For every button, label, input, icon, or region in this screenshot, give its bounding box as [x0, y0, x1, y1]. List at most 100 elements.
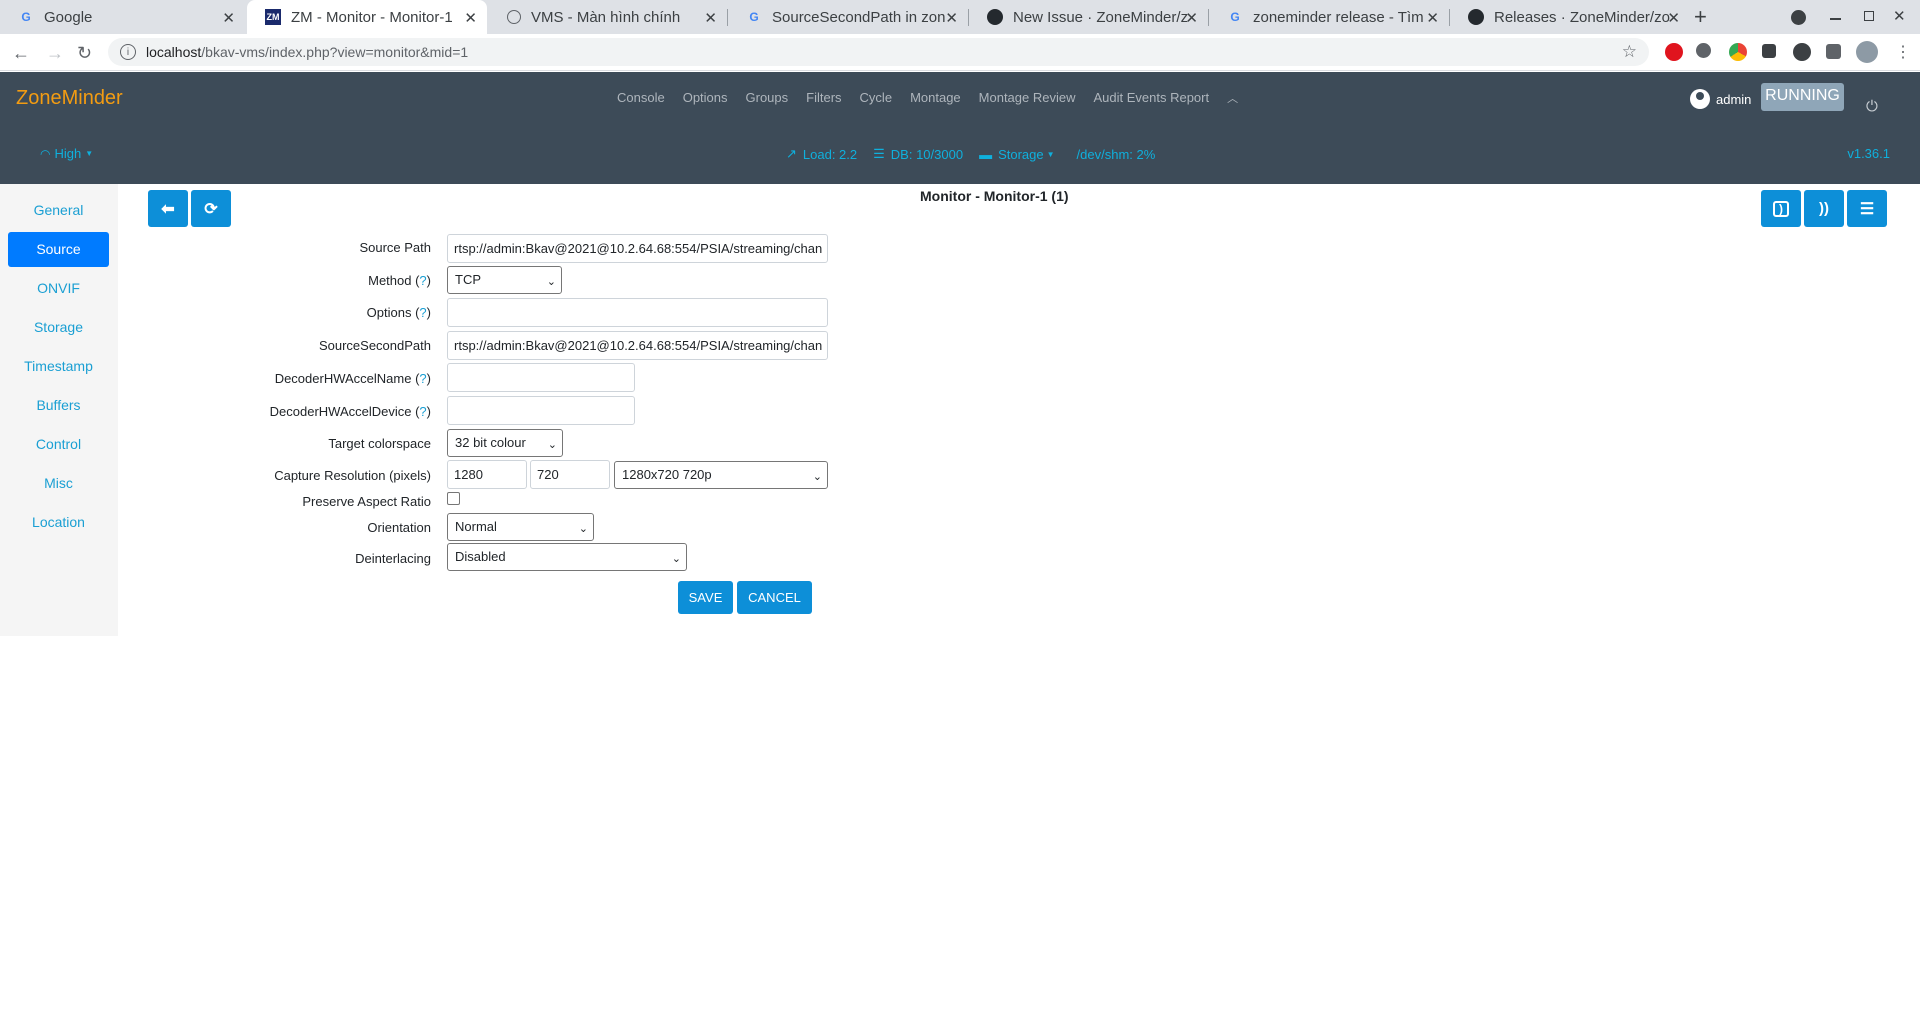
close-icon[interactable]: ✕ [222, 9, 235, 27]
brand-logo[interactable]: ZoneMinder [16, 87, 123, 110]
sidebar-item-general[interactable]: General [8, 193, 109, 228]
back-button[interactable]: ⬅ [148, 190, 188, 227]
close-icon[interactable]: ✕ [704, 9, 717, 27]
colorspace-select[interactable]: 32 bit colour ⌄ [447, 429, 563, 457]
sidebar-item-misc[interactable]: Misc [8, 466, 109, 501]
reload-icon[interactable]: ↻ [77, 43, 92, 64]
help-link[interactable]: ? [419, 273, 426, 288]
nav-groups[interactable]: Groups [737, 90, 798, 106]
nav-montage[interactable]: Montage [901, 90, 970, 106]
orientation-select[interactable]: Normal ⌄ [447, 513, 594, 541]
nav-montage-review[interactable]: Montage Review [970, 90, 1085, 106]
resolution-width-input[interactable]: 1280 [447, 460, 527, 489]
close-icon[interactable]: ✕ [1426, 9, 1439, 27]
hw-accel-device-label: DecoderHWAccelDevice (?) [269, 404, 431, 419]
db-stat: ☰ DB: 10/3000 [873, 146, 964, 162]
cube-extension-icon[interactable] [1762, 44, 1776, 58]
power-icon[interactable]: ⏻ [1866, 98, 1878, 115]
deinterlacing-select[interactable]: Disabled ⌄ [447, 543, 687, 571]
cancel-button[interactable]: CANCEL [737, 581, 812, 614]
close-icon[interactable]: ✕ [464, 9, 477, 27]
restore-icon[interactable] [1864, 11, 1874, 21]
browser-tab-releases[interactable]: Releases · ZoneMinder/zo ✕ [1450, 0, 1690, 34]
opera-extension-icon[interactable] [1665, 43, 1683, 61]
aspect-ratio-checkbox[interactable] [447, 492, 460, 505]
caret-down-icon: ▼ [1046, 149, 1055, 159]
options-input[interactable] [447, 298, 828, 327]
browser-tab-sourcesecondpath[interactable]: G SourceSecondPath in zon ✕ [728, 0, 968, 34]
close-icon[interactable]: ✕ [1185, 9, 1198, 27]
help-link[interactable]: ? [419, 371, 426, 386]
save-button[interactable]: SAVE [678, 581, 733, 614]
sidebar-item-onvif[interactable]: ONVIF [8, 271, 109, 306]
close-window-icon[interactable]: ✕ [1893, 7, 1906, 25]
help-link[interactable]: ? [419, 305, 426, 320]
minimize-icon[interactable] [1830, 18, 1841, 20]
refresh-button[interactable]: ⟳ [191, 190, 231, 227]
info-icon[interactable]: i [120, 44, 136, 60]
method-select[interactable]: TCP ⌄ [447, 266, 562, 294]
forward-arrow-icon[interactable]: → [46, 43, 64, 64]
list-icon: ☰ [873, 146, 885, 161]
new-tab-button[interactable]: + [1694, 4, 1707, 30]
browser-tab-zm-monitor[interactable]: ZM ZM - Monitor - Monitor-1 ✕ [247, 0, 487, 34]
nav-audit-events-report[interactable]: Audit Events Report [1084, 90, 1218, 106]
menu-kebab-icon[interactable]: ⋮ [1895, 42, 1911, 62]
url-input[interactable]: i localhost/bkav-vms/index.php?view=moni… [108, 38, 1649, 66]
nav-cycle[interactable]: Cycle [851, 90, 902, 106]
sidebar-item-location[interactable]: Location [8, 505, 109, 540]
status-badge[interactable]: RUNNING [1761, 83, 1844, 111]
refresh-icon: ⟳ [204, 200, 218, 218]
storage-dropdown[interactable]: ▬ Storage ▼ [979, 146, 1054, 162]
sidebar-item-source[interactable]: Source [8, 232, 109, 267]
user-menu[interactable]: admin [1690, 89, 1751, 109]
source-path-input[interactable]: rtsp://admin:Bkav@2021@10.2.64.68:554/PS… [447, 234, 828, 263]
profile-avatar[interactable] [1856, 41, 1878, 63]
sidebar-item-timestamp[interactable]: Timestamp [8, 349, 109, 384]
bookmark-star-icon[interactable]: ☆ [1622, 42, 1637, 62]
bandwidth-dropdown[interactable]: ◠ High ▼ [40, 146, 93, 161]
colorspace-label: Target colorspace [328, 436, 431, 451]
sidebar-item-control[interactable]: Control [8, 427, 109, 462]
wifi-icon: ◠ [40, 146, 51, 161]
zm-icon: ZM [265, 9, 281, 25]
nav-console[interactable]: Console [608, 90, 674, 106]
browser-tab-google[interactable]: G Google ✕ [0, 0, 245, 34]
sidebar-item-buffers[interactable]: Buffers [8, 388, 109, 423]
chevron-up-icon[interactable]: ︿ [1218, 90, 1247, 106]
help-link[interactable]: ? [419, 404, 426, 419]
second-path-input[interactable]: rtsp://admin:Bkav@2021@10.2.64.68:554/PS… [447, 331, 828, 360]
chrome-extension-icon[interactable] [1729, 43, 1747, 61]
hw-accel-device-input[interactable] [447, 396, 635, 425]
circle-extension-icon[interactable] [1793, 43, 1811, 61]
version-label[interactable]: v1.36.1 [1847, 146, 1890, 161]
nav-options[interactable]: Options [674, 90, 737, 106]
close-icon[interactable]: ✕ [945, 9, 958, 27]
orientation-label: Orientation [367, 520, 431, 535]
tab-search-icon[interactable] [1791, 10, 1806, 25]
globe-icon [507, 10, 521, 24]
chevron-down-icon: ⌄ [578, 523, 588, 535]
resolution-height-input[interactable]: 720 [530, 460, 610, 489]
puzzle-extension-icon[interactable] [1826, 44, 1841, 59]
bandwidth-label: High [54, 146, 82, 161]
trend-icon: ↗ [786, 146, 797, 161]
back-arrow-icon[interactable]: ← [12, 43, 30, 64]
resolution-preset-select[interactable]: 1280x720 720p ⌄ [614, 461, 828, 489]
hw-accel-name-input[interactable] [447, 363, 635, 392]
gear-extension-icon[interactable] [1696, 43, 1711, 58]
page-title: Monitor - Monitor-1 (1) [920, 188, 1069, 204]
rss-button[interactable]: )) [1804, 190, 1844, 227]
browser-tab-zoneminder-release[interactable]: G zoneminder release - Tìm ✕ [1209, 0, 1449, 34]
google-icon: G [21, 10, 31, 24]
browser-tab-vms[interactable]: VMS - Màn hình chính ✕ [489, 0, 727, 34]
source-path-label: Source Path [359, 240, 431, 255]
list-button[interactable]: ☰ [1847, 190, 1887, 227]
deinterlacing-label: Deinterlacing [355, 551, 431, 566]
user-icon [1690, 89, 1710, 109]
close-icon[interactable]: ✕ [1667, 9, 1680, 27]
nav-filters[interactable]: Filters [797, 90, 850, 106]
browser-tab-new-issue[interactable]: New Issue · ZoneMinder/z ✕ [969, 0, 1208, 34]
rss-square-button[interactable]: ) [1761, 190, 1801, 227]
sidebar-item-storage[interactable]: Storage [8, 310, 109, 345]
